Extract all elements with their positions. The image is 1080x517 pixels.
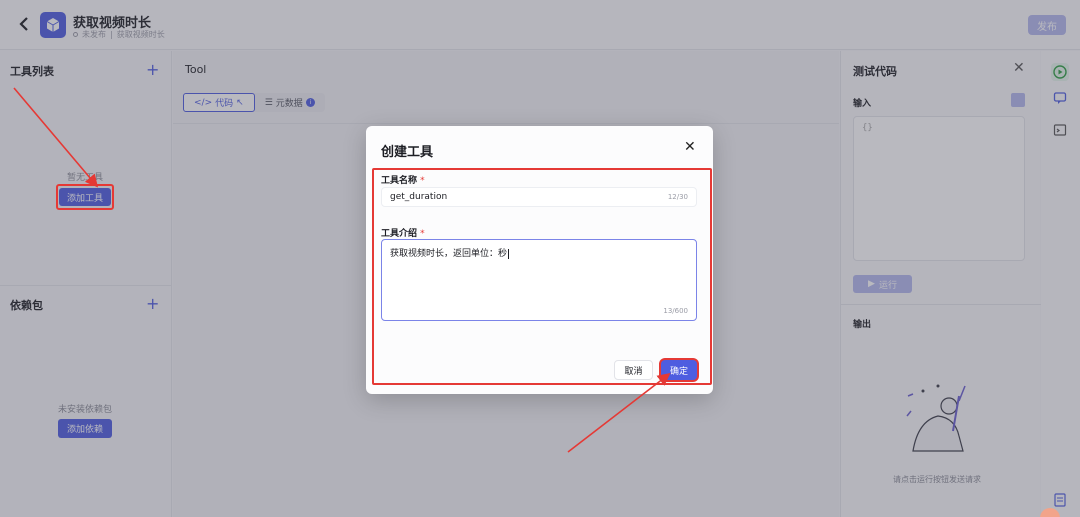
highlight-frame-add-tool: [56, 184, 114, 210]
tool-desc-value: 获取视频时长，返回单位：秒: [390, 249, 508, 259]
text-caret: [508, 248, 510, 259]
required-mark: *: [420, 176, 425, 186]
tool-desc-label: 工具介绍 *: [381, 226, 425, 239]
dialog-title: 创建工具: [381, 145, 434, 160]
create-tool-dialog: 创建工具 ✕ 工具名称 * get_duration 12/30 工具介绍 * …: [366, 126, 713, 394]
tool-name-counter: 12/30: [667, 193, 688, 201]
tool-desc-counter: 13/600: [663, 307, 688, 315]
tool-name-input[interactable]: get_duration 12/30: [381, 187, 697, 207]
tool-desc-label-text: 工具介绍: [381, 229, 418, 239]
cancel-button[interactable]: 取消: [614, 360, 653, 380]
tool-description-textarea[interactable]: 获取视频时长，返回单位：秒 13/600: [381, 239, 697, 321]
close-icon[interactable]: ✕: [684, 139, 696, 155]
confirm-button[interactable]: 确定: [661, 360, 697, 380]
tool-name-label: 工具名称 *: [381, 173, 425, 186]
tool-name-label-text: 工具名称: [381, 176, 418, 186]
required-mark: *: [420, 229, 425, 239]
tool-name-value: get_duration: [390, 192, 448, 202]
